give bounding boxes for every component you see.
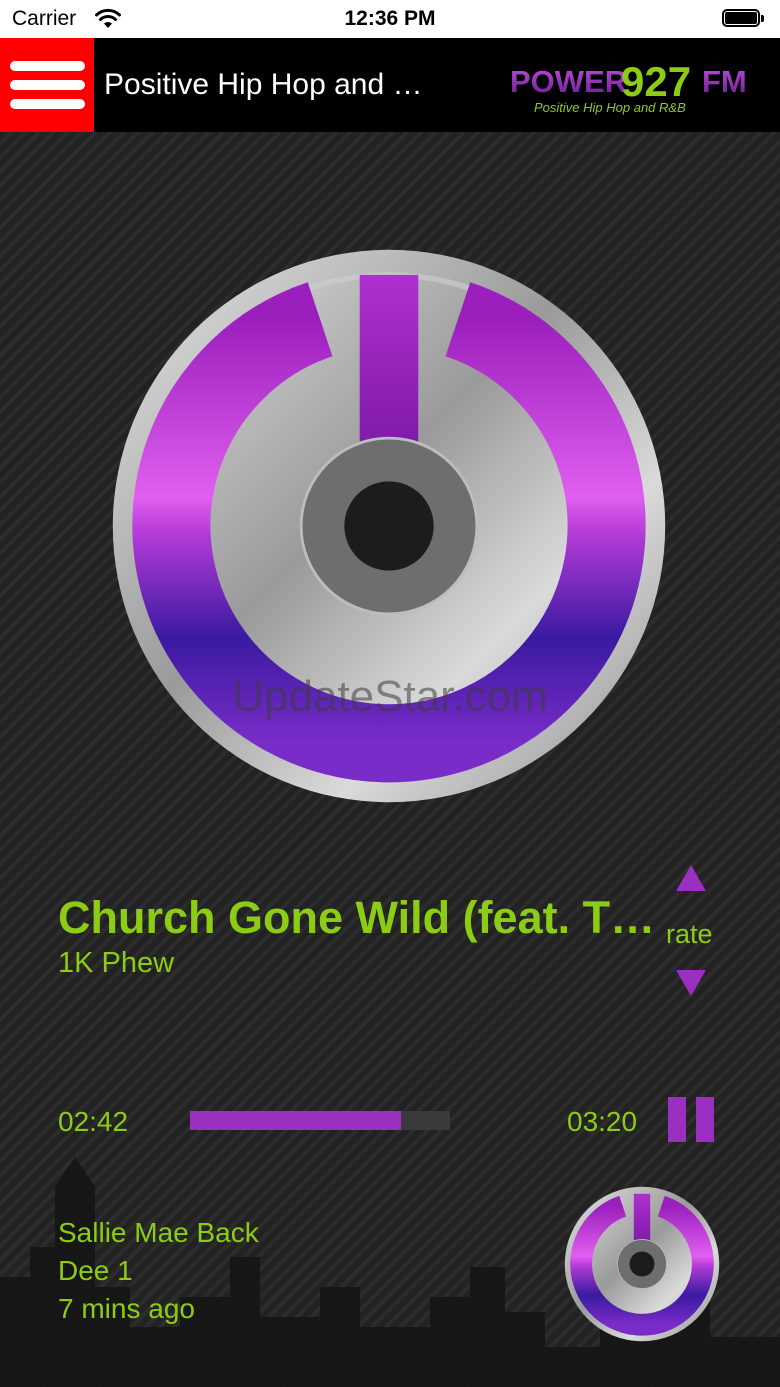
station-title: Positive Hip Hop and …	[104, 68, 423, 101]
clock-label: 12:36 PM	[344, 7, 436, 30]
recent-track-title: Sallie Mae Back	[58, 1217, 259, 1248]
triangle-down-icon[interactable]	[676, 970, 706, 996]
pause-icon[interactable]	[668, 1097, 716, 1142]
now-playing-title: Church Gone Wild (feat. T…	[58, 892, 656, 943]
watermark: UpdateStar.com	[232, 672, 548, 721]
battery-icon	[722, 9, 766, 29]
station-logo: POWER 927 FM Positive Hip Hop and R&B	[510, 58, 747, 115]
logo-brand: POWER	[510, 64, 627, 99]
recent-track-time: 7 mins ago	[58, 1293, 195, 1324]
player-area: UpdateStar.com Church Gone Wild (feat. T…	[0, 132, 780, 1387]
status-bar: Carrier 12:36 PM	[0, 0, 780, 38]
logo-band: FM	[702, 64, 747, 99]
elapsed-time: 02:42	[58, 1106, 129, 1137]
hamburger-menu-icon[interactable]	[0, 38, 94, 132]
power-disc-icon[interactable]	[564, 1186, 720, 1342]
progress-bar[interactable]	[190, 1111, 450, 1130]
rate-label: rate	[666, 919, 713, 949]
logo-tagline: Positive Hip Hop and R&B	[534, 100, 686, 115]
navigation-bar: Positive Hip Hop and … POWER 927 FM Posi…	[0, 38, 780, 132]
now-playing-artist: 1K Phew	[58, 947, 175, 979]
recent-track-artist: Dee 1	[58, 1255, 133, 1286]
duration-time: 03:20	[567, 1106, 638, 1137]
triangle-up-icon[interactable]	[676, 865, 706, 891]
progress-fill	[190, 1111, 401, 1130]
logo-frequency: 927	[621, 58, 691, 105]
